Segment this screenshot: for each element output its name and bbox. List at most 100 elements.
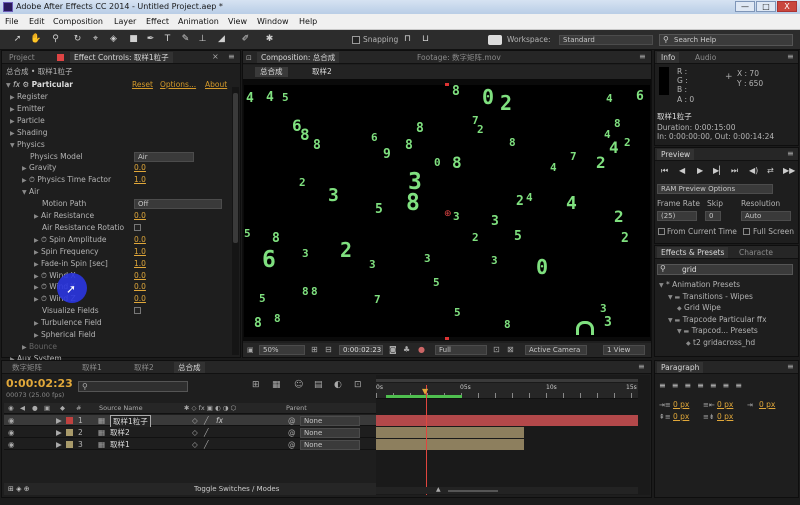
expand-triangle-icon[interactable]: ▶ [34, 261, 39, 268]
timeline-panel-menu-icon[interactable]: ≡ [638, 362, 645, 371]
effects-tree-item[interactable]: ◆ t2 gridacross_hd [686, 337, 755, 348]
tab-paragraph[interactable]: Paragraph [657, 362, 704, 373]
effect-property-row[interactable]: ▶ Spin Frequency [34, 246, 99, 257]
effect-property-row[interactable]: ▶ ⏱ Physics Time Factor [22, 174, 111, 185]
stopwatch-icon[interactable]: ⏱ [41, 294, 47, 303]
toggle-switches-modes[interactable]: Toggle Switches / Modes [194, 483, 279, 495]
effects-tree-item[interactable]: ▼ ▬ Transitions - Wipes [668, 291, 753, 302]
playhead[interactable] [426, 385, 427, 495]
selection-tool-icon[interactable]: ➚ [12, 34, 23, 45]
collapse-switch-icon[interactable]: ◇ [192, 415, 198, 426]
comp-viewer[interactable]: 4458024676882846888249087242383424533258… [243, 79, 651, 341]
timeline-tab[interactable]: 总合成 [174, 362, 205, 373]
effect-property-value[interactable]: 0.0 [134, 281, 146, 292]
stopwatch-icon[interactable]: ⏱ [41, 282, 47, 291]
effect-property-row[interactable]: Visualize Fields [34, 305, 99, 316]
expand-triangle-icon[interactable]: ▶ [10, 130, 15, 137]
effect-reset-link[interactable]: Reset [132, 79, 153, 90]
ram-preview-options-dropdown[interactable]: RAM Preview Options [657, 184, 773, 194]
brush-tool-icon[interactable]: ✎ [180, 34, 191, 45]
menu-edit[interactable]: Edit [29, 17, 45, 26]
full-screen-checkbox[interactable] [743, 228, 750, 235]
parent-dropdown[interactable]: None [300, 416, 360, 426]
always-preview-icon[interactable]: ▣ [247, 346, 254, 354]
hand-tool-icon[interactable]: ✋ [30, 34, 41, 45]
table-row[interactable]: ◉ ▶ 3 ▦ 取样1 ◇ ╱ @ None [4, 439, 376, 450]
tab-preview[interactable]: Preview [657, 149, 695, 160]
expand-triangle-icon[interactable]: ▶ [34, 320, 39, 327]
search-help-input[interactable]: Search Help [659, 34, 793, 46]
lock-icon[interactable]: ⊡ [246, 54, 252, 62]
layer-name[interactable]: 取样1 [110, 439, 130, 450]
expand-triangle-icon[interactable]: ▶ [22, 344, 27, 351]
effect-scrollbar[interactable] [232, 87, 239, 355]
effect-property-row[interactable]: ▶ Particle [10, 115, 45, 126]
visibility-eye-icon[interactable]: ◉ [8, 439, 15, 450]
effect-property-row[interactable]: ▶ Gravity [22, 162, 56, 173]
effect-property-row[interactable]: ▶ Register [10, 91, 48, 102]
menu-layer[interactable]: Layer [114, 17, 136, 26]
eraser-tool-icon[interactable]: ◢ [216, 34, 227, 45]
tab-composition[interactable]: Composition: 总合成 [257, 52, 340, 63]
expand-triangle-icon[interactable]: ▶ [10, 106, 15, 113]
effect-property-row[interactable]: ▶ Bounce [22, 341, 57, 352]
comp-canvas[interactable]: 4458024676882846888249087242383424533258… [244, 85, 650, 337]
zoom-out-icon[interactable]: ▲ [436, 486, 441, 493]
pick-whip-icon[interactable]: @ [288, 439, 296, 450]
from-current-time-checkbox[interactable] [658, 228, 665, 235]
pick-whip-icon[interactable]: @ [288, 427, 296, 438]
effect-property-checkbox[interactable] [134, 307, 141, 315]
loop-icon[interactable]: ⇄ [767, 166, 774, 175]
layer-label-color[interactable] [66, 417, 73, 424]
effect-property-value[interactable]: 0.0 [134, 293, 146, 304]
work-area-bar[interactable] [376, 379, 638, 382]
effect-property-dropdown[interactable]: Air [134, 151, 194, 162]
effect-property-row[interactable]: ▶ Spherical Field [34, 329, 96, 340]
zoom-dropdown[interactable]: 50% [259, 345, 305, 355]
effect-property-value[interactable]: 0.0 [134, 210, 146, 221]
anchor-point-icon[interactable]: ⊕ [444, 209, 452, 219]
tab-audio[interactable]: Audio [691, 52, 720, 63]
frame-blending-icon[interactable]: ▤ [314, 380, 323, 390]
twirl-icon[interactable]: ▶ [56, 427, 62, 438]
twirl-icon[interactable]: ▶ [56, 439, 62, 450]
layer-bar-2[interactable] [376, 427, 524, 438]
menu-view[interactable]: View [228, 17, 247, 26]
panel-menu-icon[interactable]: ≡ [228, 52, 235, 61]
collapse-switch-icon[interactable]: ◇ [192, 439, 198, 450]
tab-effects-presets[interactable]: Effects & Presets [657, 247, 729, 258]
quality-switch-icon[interactable]: ╱ [204, 439, 209, 450]
expand-triangle-icon[interactable]: ▶ [22, 165, 27, 172]
effect-property-row[interactable]: Air Resistance Rotatio [34, 222, 124, 233]
info-panel-menu-icon[interactable]: ≡ [787, 52, 794, 61]
effect-property-value[interactable]: 1.0 [134, 246, 146, 257]
puppet-tool-icon[interactable]: ✱ [264, 34, 275, 45]
collapse-switch-icon[interactable]: ◇ [192, 427, 198, 438]
expand-triangle-icon[interactable]: ▶ [34, 213, 39, 220]
safe-zones-icon[interactable]: ⊞ [311, 345, 318, 354]
graph-editor-icon[interactable]: ⊡ [354, 380, 362, 390]
effect-property-value[interactable]: 1.0 [134, 258, 146, 269]
pen-tool-icon[interactable]: ✒ [145, 34, 156, 45]
effect-property-row[interactable]: ▶ ⏱ Spin Amplitude [34, 234, 106, 245]
draft-3d-icon[interactable]: ▦ [272, 380, 281, 390]
ram-preview-icon[interactable]: ▶▶ [783, 166, 795, 175]
effects-tree-item[interactable]: ▼ ▬ Trapcod... Presets [677, 325, 758, 336]
frame-rate-dropdown[interactable]: (25) [657, 211, 697, 221]
expand-triangle-icon[interactable]: ▶ [10, 118, 15, 125]
effect-property-row[interactable]: ▶ Air Resistance [34, 210, 94, 221]
effect-property-row[interactable]: ▶ Shading [10, 127, 47, 138]
effect-property-value[interactable]: 0.0 [134, 162, 146, 173]
tab-footage[interactable]: Footage: 数字矩阵.mov [413, 52, 505, 63]
timeline-tab[interactable]: 数字矩阵 [8, 362, 46, 373]
effect-property-value[interactable]: 0.0 [134, 234, 146, 245]
comp-timecode-display[interactable]: 0:00:02:23 [339, 345, 383, 355]
menu-animation[interactable]: Animation [178, 17, 219, 26]
indent-left-value[interactable]: 0 px [673, 399, 689, 410]
effect-property-value[interactable]: 1.0 [134, 174, 146, 185]
effect-scrollbar-thumb[interactable] [233, 93, 238, 243]
preview-resolution-dropdown[interactable]: Auto [741, 211, 791, 221]
time-graph[interactable]: 0s 05s 10s 15s ▼ ▲ [376, 375, 650, 495]
workspace-icon[interactable] [488, 35, 502, 45]
expand-triangle-icon[interactable]: ▶ [34, 237, 39, 244]
